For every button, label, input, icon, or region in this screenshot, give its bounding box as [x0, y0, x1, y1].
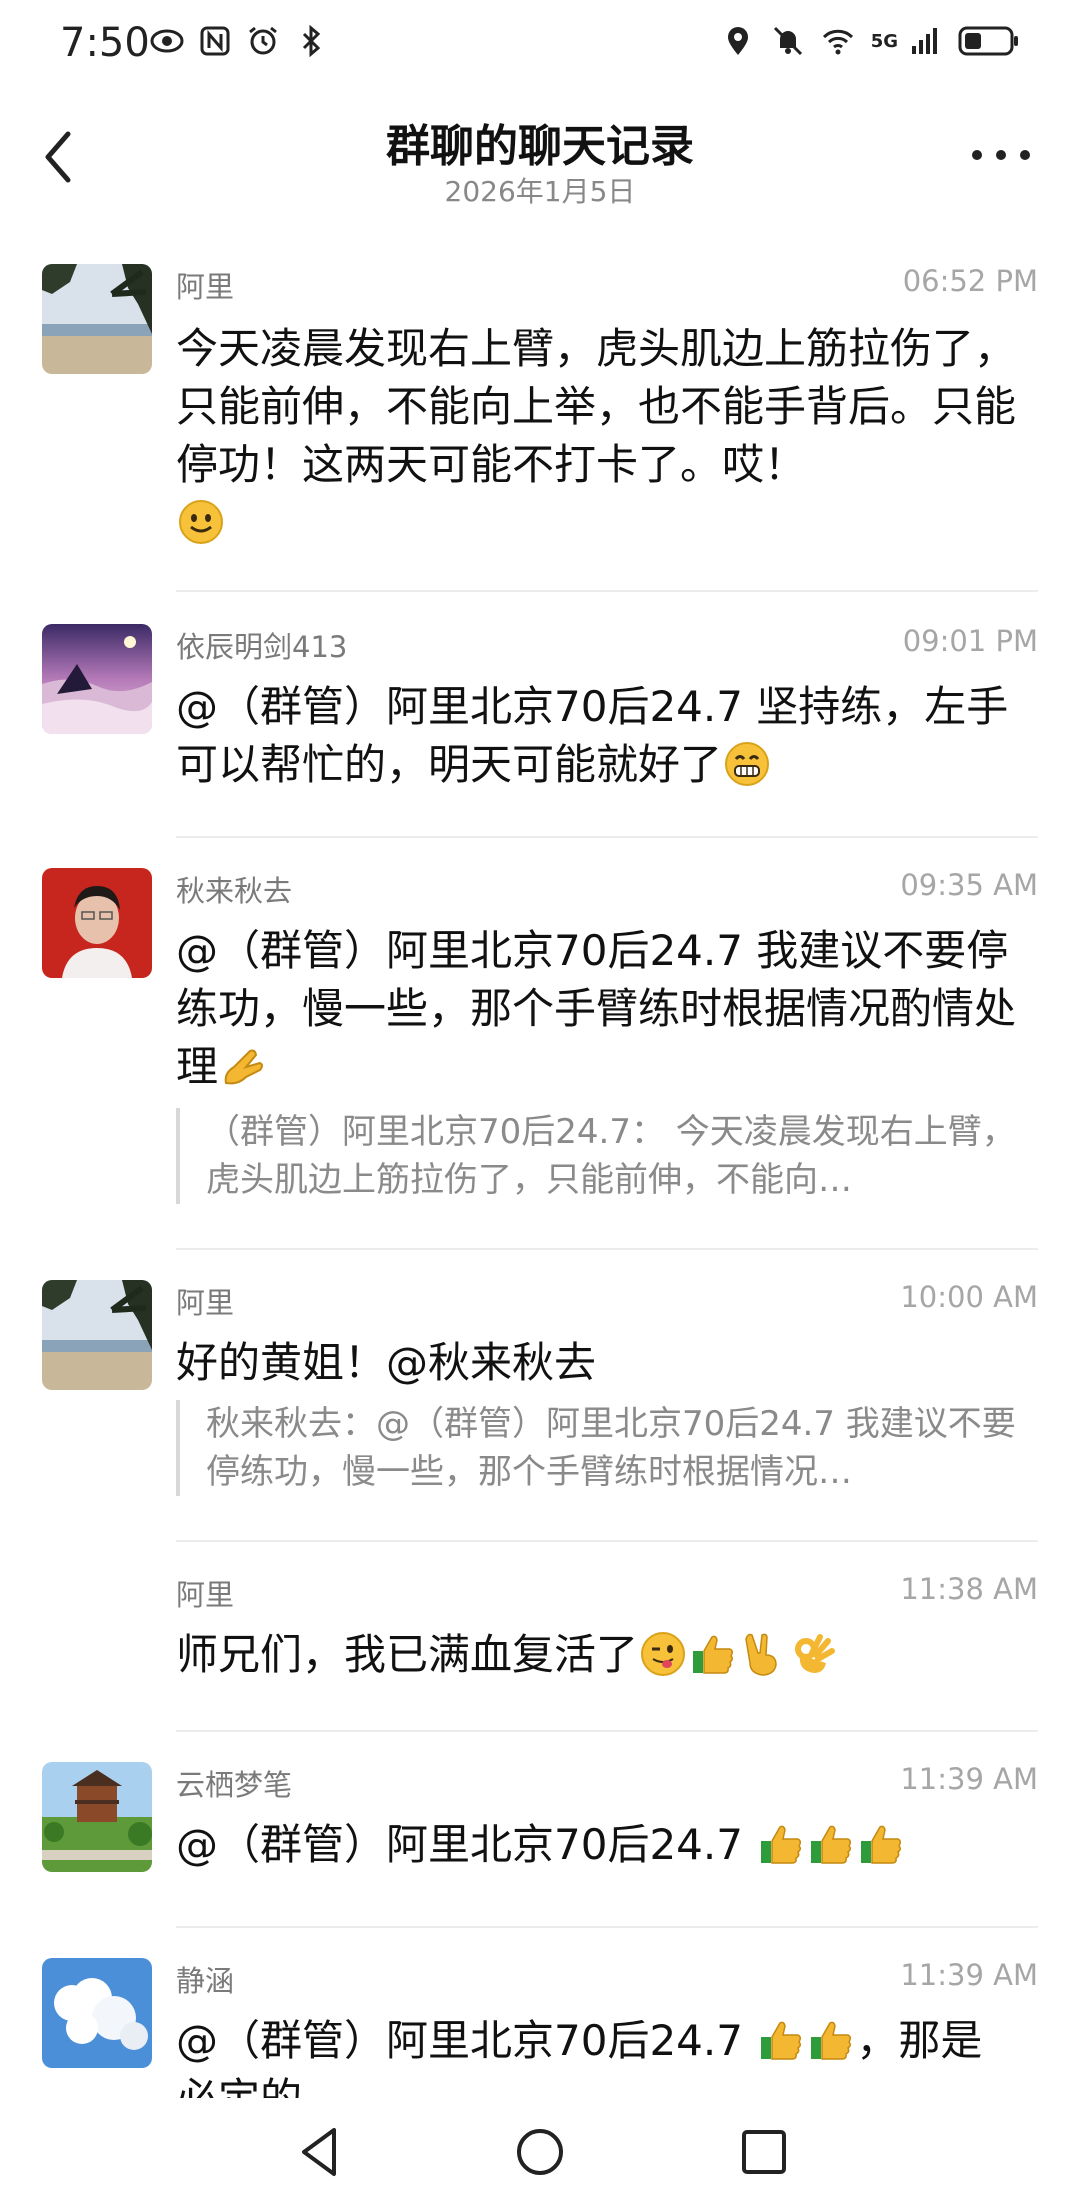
sender-name: 阿里: [176, 1578, 235, 1612]
message-text: 好的黄姐！@秋来秋去: [176, 1338, 597, 1387]
message-item[interactable]: 云栖梦笔 11:39 AM @（群管）阿里北京70后24.7: [0, 1732, 1080, 1928]
location-icon: [727, 27, 748, 55]
message-text: @（群管）阿里北京70后24.7 坚持练，左手可以帮忙的，明天可能就好了: [176, 682, 1009, 789]
sender-name: 阿里: [176, 270, 235, 304]
page-title: 群聊的聊天记录: [386, 121, 694, 172]
quoted-message[interactable]: （群管）阿里北京70后24.7： 今天凌晨发现右上臂，虎头肌边上筋拉伤了，只能前…: [176, 1108, 1026, 1204]
message-item[interactable]: 秋来秋去 09:35 AM @（群管）阿里北京70后24.7 我建议不要停练功，…: [0, 838, 1080, 1250]
message-item[interactable]: 阿里 11:38 AM 师兄们，我已满血复活了: [0, 1542, 1080, 1732]
avatar-beach[interactable]: [42, 264, 152, 374]
page-subtitle-date: 2026年1月5日: [444, 175, 636, 208]
avatar-tower-landscape[interactable]: [42, 1762, 152, 1872]
thumbs-up-emoji-icon: [811, 1825, 852, 1864]
wifi-icon: [822, 29, 853, 55]
status-left-icons: [150, 24, 328, 58]
message-time: 09:01 PM: [902, 624, 1038, 658]
avatar-portrait[interactable]: [42, 868, 152, 978]
thumbs-up-emoji-icon: [761, 1825, 802, 1864]
message-item[interactable]: 阿里 10:00 AM 好的黄姐！@秋来秋去 秋来秋去：@（群管）阿里北京70后…: [0, 1250, 1080, 1542]
status-right-icons: 5G: [721, 24, 1020, 58]
message-text: 今天凌晨发现右上臂，虎头肌边上筋拉伤了，只能前伸，不能向上举，也不能手背后。只能…: [176, 320, 1036, 552]
message-time: 11:39 AM: [900, 1762, 1038, 1796]
message-text: @（群管）阿里北京70后24.7: [176, 1816, 1036, 1874]
avatar-beach[interactable]: [42, 1280, 152, 1390]
sender-name: 依辰明剑413: [176, 630, 348, 664]
mute-bell-icon: [773, 26, 802, 56]
thumbs-up-emoji-icon: [861, 1825, 902, 1864]
message-item[interactable]: 静涵 11:39 AM @（群管）阿里北京70后24.7 ，那是必定的: [0, 1928, 1080, 2098]
sender-name: 静涵: [176, 1964, 235, 1998]
message-text: 师兄们，我已满血复活了: [176, 1626, 1036, 1684]
message-list[interactable]: 阿里 06:52 PM 今天凌晨发现右上臂，虎头肌边上筋拉伤了，只能前伸，不能向…: [0, 232, 1080, 2098]
eye-icon: [150, 29, 184, 53]
ok-sign-emoji-icon: [795, 1634, 836, 1673]
victory-hand-emoji-icon: [745, 1633, 777, 1676]
thumbs-up-emoji-icon: [811, 2021, 852, 2060]
thumbs-up-emoji-icon: [761, 2021, 802, 2060]
avatar-clouds-mountain[interactable]: [42, 624, 152, 734]
smile-emoji-icon: [179, 500, 223, 544]
system-navigation-bar: [0, 2098, 1080, 2204]
battery-icon: [958, 26, 1018, 56]
message-time: 11:39 AM: [900, 1958, 1038, 1992]
quoted-message[interactable]: 秋来秋去：@（群管）阿里北京70后24.7 我建议不要停练功，慢一些，那个手臂练…: [176, 1400, 1026, 1496]
signal-icon: [912, 28, 937, 54]
nav-back-icon[interactable]: [290, 2122, 350, 2182]
nav-home-icon[interactable]: [510, 2122, 570, 2182]
message-time: 10:00 AM: [900, 1280, 1038, 1314]
status-time: 7:50: [60, 20, 150, 66]
message-time: 06:52 PM: [902, 264, 1038, 298]
grin-emoji-icon: [725, 742, 770, 786]
more-options-icon[interactable]: [966, 140, 1036, 170]
chat-history-header: 群聊的聊天记录 2026年1月5日: [0, 92, 1080, 232]
wink-tongue-emoji-icon: [641, 1632, 686, 1676]
status-bar: 7:50 5G: [0, 0, 1080, 92]
nav-recents-icon[interactable]: [734, 2122, 794, 2182]
sender-name: 阿里: [176, 1286, 235, 1320]
nfc-icon: [200, 26, 230, 56]
message-text: @（群管）阿里北京70后24.7 我建议不要停练功，慢一些，那个手臂练时根据情况…: [176, 926, 1017, 1091]
ok-hand-emoji-icon: [224, 1049, 264, 1085]
message-item[interactable]: 依辰明剑413 09:01 PM @（群管）阿里北京70后24.7 坚持练，左手…: [0, 594, 1080, 838]
message-divider: [176, 590, 1038, 592]
bluetooth-icon: [302, 24, 321, 58]
message-text: @（群管）阿里北京70后24.7 ，那是必定的: [176, 2016, 983, 2098]
message-time: 11:38 AM: [900, 1572, 1038, 1606]
message-time: 09:35 AM: [900, 868, 1038, 902]
avatar-sky-clouds[interactable]: [42, 1958, 152, 2068]
network-label: 5G: [870, 30, 898, 52]
message-item[interactable]: 阿里 06:52 PM 今天凌晨发现右上臂，虎头肌边上筋拉伤了，只能前伸，不能向…: [0, 232, 1080, 592]
thumbs-up-emoji-icon: [693, 1635, 734, 1674]
sender-name: 云栖梦笔: [176, 1768, 293, 1802]
sender-name: 秋来秋去: [176, 874, 293, 908]
alarm-icon: [249, 26, 277, 55]
